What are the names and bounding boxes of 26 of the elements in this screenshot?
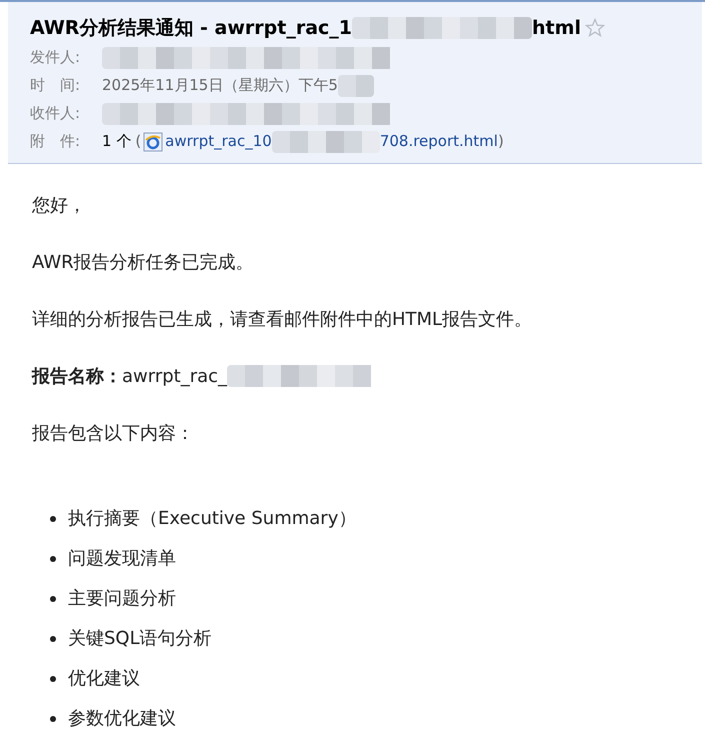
greeting: 您好， xyxy=(32,194,87,218)
field-label: 时 间: xyxy=(30,75,82,96)
star-icon[interactable] xyxy=(584,18,605,38)
email-subject: html xyxy=(532,16,581,41)
list-item: 问题发现清单 xyxy=(68,547,176,571)
paren: ) xyxy=(498,131,504,152)
browser-file-icon xyxy=(143,132,164,152)
field-label: 发件人: xyxy=(30,47,82,68)
list-item: 优化建议 xyxy=(68,667,140,691)
paragraph: AWR报告分析任务已完成。 xyxy=(32,250,255,274)
attachment-link[interactable]: awrrpt_rac_10 708.report.html xyxy=(165,130,498,153)
paragraph: 详细的分析报告已生成，请查看邮件附件中的HTML报告文件。 xyxy=(32,308,534,332)
paren: ( xyxy=(135,131,142,152)
list-item: 参数优化建议 xyxy=(68,707,176,731)
email-subject: AWR分析结果通知 - awrrpt_rac_1 xyxy=(30,16,352,41)
attachment-count: 1 个 xyxy=(102,131,132,152)
report-name-label: 报告名称： xyxy=(32,364,122,388)
field-label: 附 件: xyxy=(30,131,82,152)
list-item: 关键SQL语句分析 xyxy=(68,627,212,651)
list-item: 主要问题分析 xyxy=(68,587,176,611)
field-label: 收件人: xyxy=(30,103,82,124)
report-name: awrrpt_rac_ xyxy=(122,364,228,388)
list-item: 执行摘要（Executive Summary） xyxy=(68,507,356,531)
redaction-mark xyxy=(338,74,374,96)
field-value: 2025年11月15日（星期六）下午5 xyxy=(102,75,338,96)
paragraph: 报告包含以下内容： xyxy=(32,422,195,446)
